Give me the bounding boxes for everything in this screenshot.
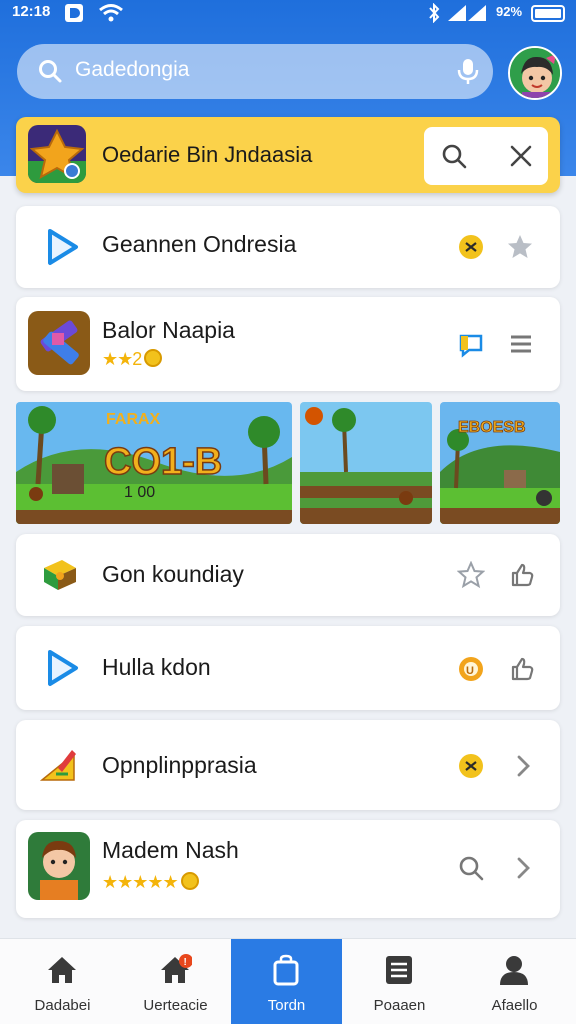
coin-icon: [180, 872, 199, 890]
nav-label: Dadabei: [34, 997, 91, 1014]
battery-percent: 92%: [496, 4, 523, 19]
item-title: Gon koundiay: [102, 561, 244, 587]
item-title: Balor Naapia: [102, 317, 235, 343]
search-icon: [39, 60, 62, 83]
play-icon: [48, 650, 78, 686]
featured-title: Oedarie Bin Jndaasia: [102, 142, 313, 167]
box-icon: [44, 560, 76, 590]
featured-banner[interactable]: Oedarie Bin Jndaasia: [16, 117, 560, 193]
rating-text: ★★★★★: [102, 872, 179, 892]
screenshot-2[interactable]: [300, 402, 432, 524]
svg-text:!: !: [184, 957, 187, 968]
chat-icon[interactable]: [457, 330, 485, 358]
screenshot-3[interactable]: EBOESB: [440, 402, 560, 524]
search-icon[interactable]: [440, 142, 468, 170]
search-icon[interactable]: [457, 854, 485, 882]
app-icon: [28, 832, 90, 900]
featured-actions: [424, 127, 548, 185]
list-item[interactable]: Hulla kdon U: [16, 626, 560, 710]
nav-item-profile[interactable]: Afaello: [457, 939, 572, 1024]
bottom-nav: Dadabei ! Uerteacie Tordn Poaaen Afaello: [0, 938, 576, 1024]
rating-text: ★★2: [102, 349, 142, 369]
list-item[interactable]: Geannen Ondresia: [16, 206, 560, 288]
list-item[interactable]: Gon koundiay: [16, 534, 560, 616]
home-icon: [48, 957, 76, 983]
screenshot-gallery: FARAX CO1-B 1 00 EBOESB: [16, 402, 560, 524]
play-icon: [48, 229, 78, 265]
chevron-right-icon[interactable]: [509, 854, 537, 882]
screenshot-1[interactable]: FARAX CO1-B 1 00: [16, 402, 292, 524]
nav-label: Uerteacie: [143, 997, 208, 1014]
list-item[interactable]: Madem Nash ★★★★★: [16, 820, 560, 918]
list-icon: [386, 956, 412, 984]
screenshot-banner-text: EBOESB: [458, 419, 526, 436]
app-icon: [28, 311, 90, 375]
bluetooth-icon: [428, 2, 440, 27]
pencil-ruler-icon: [39, 750, 76, 781]
nav-item-list[interactable]: Poaaen: [342, 939, 457, 1024]
search-placeholder: Gadedongia: [75, 58, 190, 81]
search-bar[interactable]: Gadedongia: [17, 44, 493, 99]
nav-label: Poaaen: [373, 997, 426, 1014]
screenshot-score-title: CO1-B: [104, 441, 222, 483]
notification-icon: [64, 3, 84, 27]
item-title: Geannen Ondresia: [102, 231, 297, 257]
badge-coin-icon[interactable]: [457, 233, 485, 261]
list-item[interactable]: Opnplinpprasia: [16, 720, 560, 810]
item-title: Opnplinpprasia: [102, 752, 257, 778]
status-bar: 12:18 92%: [0, 0, 576, 28]
signal-icon: [446, 3, 490, 27]
star-outline-icon[interactable]: [457, 561, 485, 589]
featured-app-icon: [28, 125, 86, 183]
list-item[interactable]: Balor Naapia ★★2: [16, 297, 560, 391]
avatar[interactable]: [508, 46, 562, 100]
close-icon[interactable]: [508, 143, 534, 169]
thumbs-up-icon[interactable]: [507, 561, 535, 589]
menu-icon[interactable]: [507, 330, 535, 358]
home-badge-icon: !: [161, 954, 192, 983]
star-icon[interactable]: [506, 233, 534, 261]
wifi-icon: [98, 3, 124, 27]
nav-label: Afaello: [491, 997, 538, 1014]
nav-item-store[interactable]: Tordn: [231, 939, 342, 1024]
microphone-icon[interactable]: [453, 56, 483, 86]
thumbs-up-icon[interactable]: [507, 655, 535, 683]
screenshot-banner-text: FARAX: [106, 411, 161, 428]
item-title: Madem Nash: [102, 837, 239, 863]
item-rating: ★★★★★: [102, 872, 199, 893]
person-icon: [500, 956, 528, 985]
coin-icon: [144, 349, 163, 367]
chevron-right-icon[interactable]: [509, 752, 537, 780]
item-rating: ★★2: [102, 349, 163, 370]
badge-coin-icon[interactable]: U: [457, 655, 485, 683]
bag-icon: [273, 954, 299, 986]
item-title: Hulla kdon: [102, 654, 211, 680]
screenshot-score: 1 00: [124, 484, 155, 501]
status-time: 12:18: [12, 3, 51, 20]
nav-item-updates[interactable]: ! Uerteacie: [118, 939, 233, 1024]
nav-label: Tordn: [267, 997, 306, 1014]
badge-coin-icon[interactable]: [457, 752, 485, 780]
battery-icon: [531, 5, 565, 22]
nav-item-home[interactable]: Dadabei: [5, 939, 120, 1024]
svg-text:U: U: [466, 665, 474, 677]
